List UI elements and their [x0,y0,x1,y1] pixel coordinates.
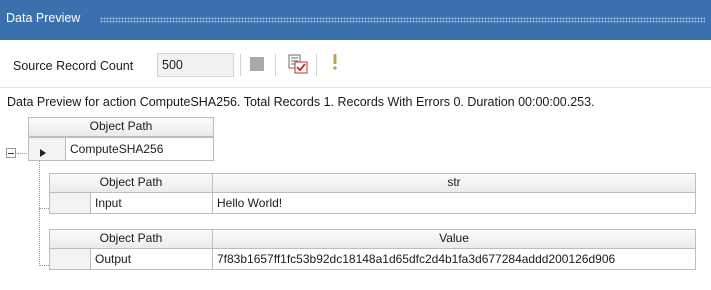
source-record-count-input[interactable] [157,53,234,77]
tree-connector [39,208,49,209]
column-header-value[interactable]: Value [212,229,696,249]
exclamation-icon[interactable] [330,53,340,73]
status-text: Data Preview for action ComputeSHA256. T… [7,95,595,109]
hash-value-cell[interactable]: 7f83b1657ff1fc53b92dc18148a1d65dfc2d4b1f… [212,248,696,270]
preview-check-icon[interactable] [288,54,308,74]
tree-connector [39,265,49,266]
column-header-str[interactable]: str [212,173,696,193]
column-header-object-path[interactable]: Object Path [28,117,214,137]
toolbar-separator [240,54,241,76]
panel-title: Data Preview [6,11,81,25]
object-path-cell[interactable]: Input [90,192,213,214]
column-header-object-path[interactable]: Object Path [49,229,213,249]
toolbar-separator [275,54,276,76]
panel-title-bar: Data Preview [0,0,711,40]
data-preview-grid: Object Path ComputeSHA256 Object Path st… [0,117,711,290]
toolbar-separator [316,54,317,76]
toolbar: Source Record Count [0,40,711,88]
column-header-object-path[interactable]: Object Path [49,173,213,193]
tree-connector [39,161,40,266]
collapse-toggle-icon[interactable] [6,148,16,158]
source-record-count-label: Source Record Count [13,59,134,73]
str-value-cell[interactable]: Hello World! [212,192,696,214]
row-selector[interactable] [49,248,91,270]
tree-connector [17,153,27,154]
object-path-cell[interactable]: Output [90,248,213,270]
current-row-arrow-icon [40,149,46,157]
title-grip[interactable] [100,17,705,23]
object-path-cell[interactable]: ComputeSHA256 [65,137,214,161]
row-selector[interactable] [28,137,66,161]
row-selector[interactable] [49,192,91,214]
stop-icon[interactable] [250,57,264,71]
